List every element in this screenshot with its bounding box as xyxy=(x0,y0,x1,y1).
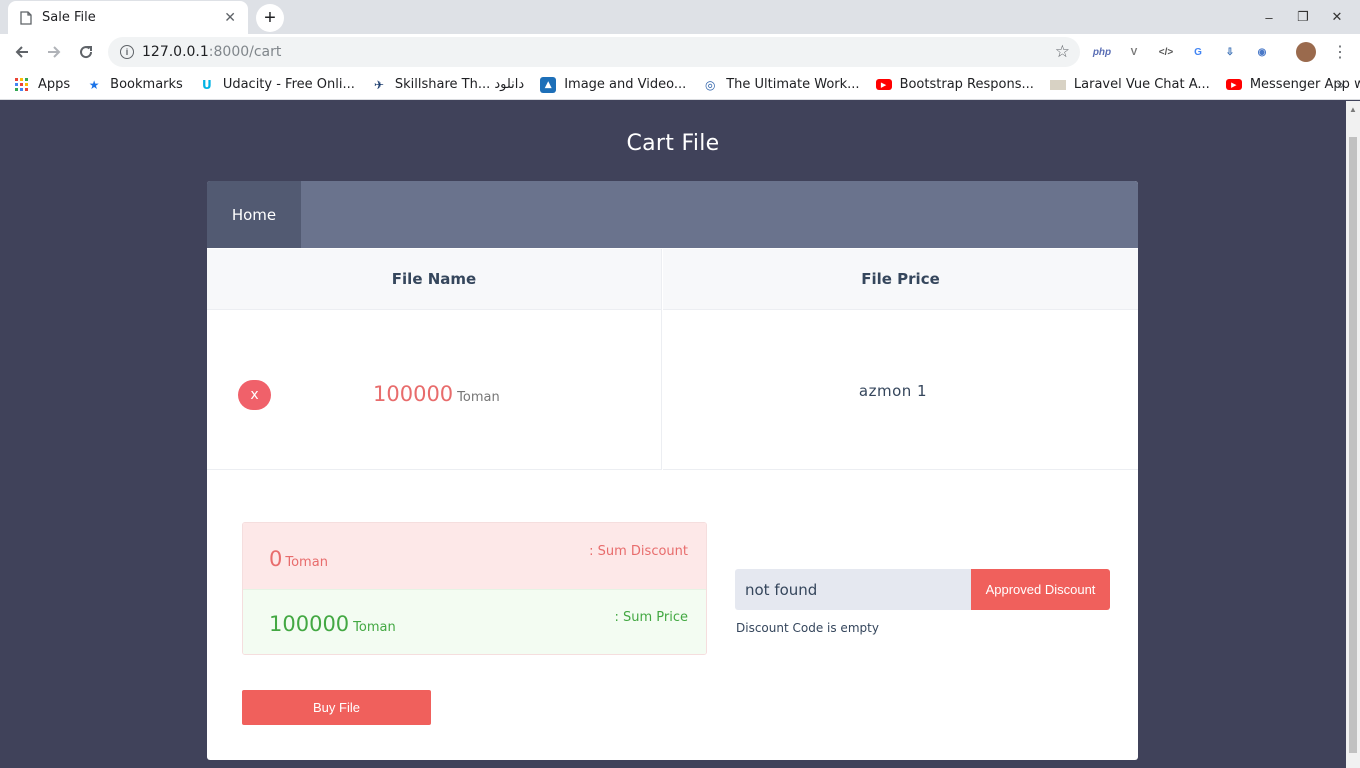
bookmark-label: Image and Video... xyxy=(564,77,687,92)
page-scrollbar[interactable]: ▲ xyxy=(1346,101,1360,768)
vue-devtools-icon[interactable]: V xyxy=(1122,40,1146,64)
bookmark-label: The Ultimate Work... xyxy=(726,77,860,92)
tab-strip: Sale File ✕ + – ❐ ✕ xyxy=(0,0,1360,34)
bookmark-laravel-vue[interactable]: Laravel Vue Chat A... xyxy=(1049,77,1210,92)
code-extension-icon[interactable]: </> xyxy=(1154,40,1178,64)
bookmark-ultimate-work[interactable]: ◎ The Ultimate Work... xyxy=(702,77,860,93)
window-controls: – ❐ ✕ xyxy=(1252,4,1354,30)
page-content: Cart File Home File Name File Price x 10… xyxy=(0,101,1346,768)
arrow-left-icon xyxy=(15,46,28,58)
extensions-row: php V </> G ⇩ ◉ xyxy=(1090,40,1274,64)
reload-button[interactable] xyxy=(74,40,98,64)
cart-card: Home File Name File Price x 100000 Toman… xyxy=(207,181,1138,760)
buy-file-button[interactable]: Buy File xyxy=(242,690,431,725)
tab-close-icon[interactable]: ✕ xyxy=(224,9,236,26)
sum-price-value: 100000 xyxy=(269,612,350,636)
sum-price-row: 100000 Toman : Sum Price xyxy=(243,589,706,654)
close-window-button[interactable]: ✕ xyxy=(1320,4,1354,30)
browser-tab[interactable]: Sale File ✕ xyxy=(8,1,248,34)
item-price: 100000 Toman xyxy=(373,382,500,406)
scroll-up-icon[interactable]: ▲ xyxy=(1349,105,1357,114)
skillshare-icon: ✈ xyxy=(373,77,384,92)
summary-box: 0 Toman : Sum Discount 100000 Toman : Su… xyxy=(242,522,707,655)
discount-message: Discount Code is empty xyxy=(736,621,879,635)
profile-avatar[interactable] xyxy=(1296,42,1316,62)
sum-discount-unit: Toman xyxy=(285,555,328,570)
bookmark-label: Skillshare Th... دانلود xyxy=(394,77,525,92)
bookmark-label: Bootstrap Respons... xyxy=(899,77,1034,92)
nav-bar: Home xyxy=(207,181,1138,248)
sum-discount-row: 0 Toman : Sum Discount xyxy=(243,523,706,589)
page-icon xyxy=(20,10,32,25)
page-thumbnail-icon xyxy=(1049,79,1066,90)
image-icon: ▲ xyxy=(540,76,557,93)
apps-grid-icon xyxy=(14,77,30,93)
globe-icon: ◎ xyxy=(704,77,716,92)
tab-title: Sale File xyxy=(42,10,96,25)
approve-discount-button[interactable]: Approved Discount xyxy=(971,569,1110,610)
php-extension-icon[interactable]: php xyxy=(1090,40,1114,64)
bookmark-udacity[interactable]: U Udacity - Free Onli... xyxy=(199,77,355,93)
url-path: :8000/cart xyxy=(208,44,282,60)
download-extension-icon[interactable]: ⇩ xyxy=(1218,40,1242,64)
url-host: 127.0.0.1 xyxy=(142,44,209,60)
remove-item-button[interactable]: x xyxy=(238,380,271,410)
sum-price-label: : Sum Price xyxy=(614,610,688,625)
price-unit: Toman xyxy=(457,390,500,405)
reload-icon xyxy=(80,46,93,59)
sum-discount-value: 0 xyxy=(269,547,283,571)
bookmark-label: Laravel Vue Chat A... xyxy=(1073,77,1210,92)
bookmarks-bar: Apps ★ Bookmarks U Udacity - Free Onli..… xyxy=(0,70,1360,100)
bookmark-skillshare[interactable]: ✈ Skillshare Th... دانلود xyxy=(371,77,524,93)
scroll-thumb[interactable] xyxy=(1349,137,1357,753)
maximize-button[interactable]: ❐ xyxy=(1286,4,1320,30)
bookmark-bookmarks[interactable]: ★ Bookmarks xyxy=(86,77,183,93)
header-file-name: File Name xyxy=(207,249,662,310)
youtube-icon: ▶ xyxy=(875,79,892,90)
bookmark-bootstrap[interactable]: ▶ Bootstrap Respons... xyxy=(875,77,1034,92)
star-icon: ★ xyxy=(88,77,100,92)
sum-price-unit: Toman xyxy=(353,620,396,635)
browser-toolbar: i 127.0.0.1:8000/cart ☆ php V </> G ⇩ ◉ … xyxy=(0,34,1360,70)
price-value: 100000 xyxy=(373,382,454,406)
discount-code-input[interactable] xyxy=(735,569,971,610)
sum-discount-amount: 0 Toman xyxy=(269,547,328,571)
bookmark-label: Bookmarks xyxy=(110,77,183,92)
address-bar[interactable]: i 127.0.0.1:8000/cart ☆ xyxy=(108,37,1080,67)
table-row-name-cell: azmon 1 xyxy=(663,310,1138,470)
info-icon[interactable]: i xyxy=(120,45,134,59)
forward-button[interactable] xyxy=(42,40,66,64)
bookmark-apps[interactable]: Apps xyxy=(14,77,70,93)
menu-kebab-icon[interactable]: ⋮ xyxy=(1332,42,1348,62)
page-title: Cart File xyxy=(626,131,720,156)
bookmark-star-icon[interactable]: ☆ xyxy=(1055,42,1070,62)
file-name: azmon 1 xyxy=(858,382,928,400)
back-button[interactable] xyxy=(10,40,34,64)
header-file-price: File Price xyxy=(663,249,1138,310)
edit-extension-icon[interactable]: ◉ xyxy=(1250,40,1274,64)
udacity-icon: U xyxy=(201,77,212,92)
bookmark-image-video[interactable]: ▲ Image and Video... xyxy=(540,76,687,93)
youtube-icon: ▶ xyxy=(1225,79,1242,90)
bookmark-label: Udacity - Free Onli... xyxy=(222,77,355,92)
bookmark-label: Apps xyxy=(38,77,71,92)
nav-home-link[interactable]: Home xyxy=(207,181,301,248)
minimize-button[interactable]: – xyxy=(1252,4,1286,30)
sum-price-amount: 100000 Toman xyxy=(269,612,396,636)
arrow-right-icon xyxy=(48,46,61,58)
translate-extension-icon[interactable]: G xyxy=(1186,40,1210,64)
new-tab-button[interactable]: + xyxy=(256,4,284,32)
table-row: x 100000 Toman xyxy=(207,310,662,470)
bookmarks-overflow-icon[interactable]: » xyxy=(1336,76,1344,92)
sum-discount-label: : Sum Discount xyxy=(589,544,688,559)
